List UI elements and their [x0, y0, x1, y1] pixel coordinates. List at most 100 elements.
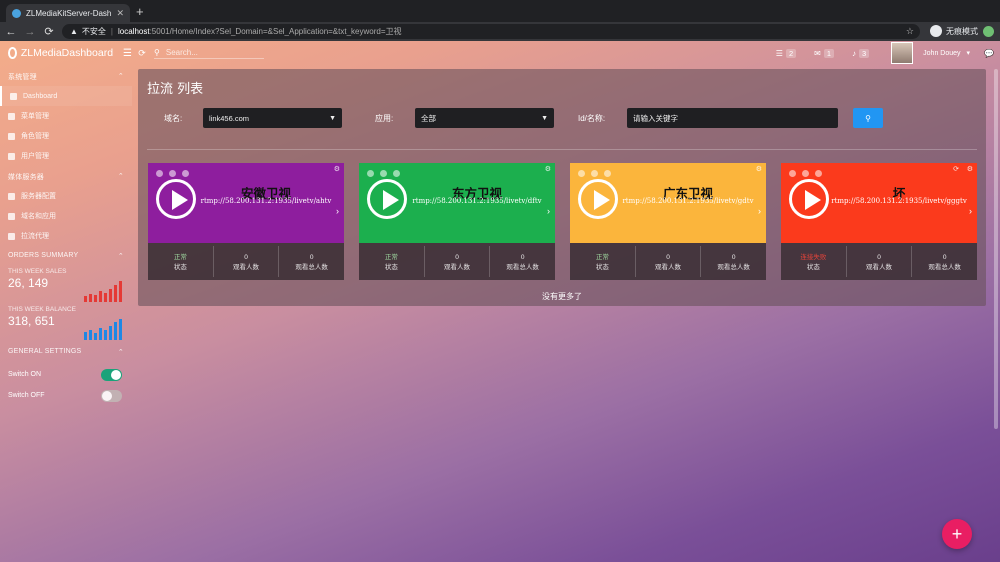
- status-stat: 正常 状态: [359, 246, 425, 277]
- alerts-badge: 3: [858, 48, 870, 58]
- status-label: 状态: [595, 264, 609, 271]
- card-header: ⚙ 东方卫视 rtmp://58.200.131.2:1935/livetv/d…: [359, 163, 555, 243]
- viewers-value: 0: [455, 254, 459, 261]
- status-value: 正常: [384, 254, 398, 261]
- total-viewers-stat: 0 观看总人数: [490, 246, 555, 277]
- weekly-balance-stat: THIS WEEK BALANCE 318, 651: [0, 306, 132, 344]
- card-stats: 正常 状态 0 观看人数 0 观看总人数: [570, 243, 766, 280]
- spark-bar: [109, 326, 112, 340]
- tasks-notification[interactable]: ☰ 2: [775, 48, 797, 58]
- tab-close-icon[interactable]: ✕: [116, 8, 124, 19]
- scrollbar[interactable]: [994, 69, 998, 429]
- total-value: 0: [520, 254, 525, 261]
- viewers-stat: 0 观看人数: [636, 246, 702, 277]
- sidebar-item-server-config[interactable]: 服务器配置: [0, 186, 132, 206]
- new-tab-button[interactable]: +: [136, 4, 144, 19]
- gear-icon[interactable]: ⚙: [545, 165, 551, 173]
- address-bar[interactable]: ▲ 不安全 | localhost :5001/Home/Index?Sel_D…: [62, 24, 920, 39]
- sidebar-item-stream-proxy[interactable]: 拉流代理: [0, 226, 132, 246]
- incognito-label: 无痕模式: [946, 26, 978, 36]
- refresh-icon[interactable]: ⟳: [132, 48, 152, 59]
- domain-select[interactable]: link456.com ▼: [203, 108, 342, 128]
- sidebar-item-roles[interactable]: 角色管理: [0, 126, 132, 146]
- back-icon[interactable]: ←: [3, 26, 19, 38]
- id-keyword-input[interactable]: 请输入关键字: [627, 108, 838, 128]
- search-input[interactable]: [165, 47, 256, 57]
- chat-icon[interactable]: 💬: [984, 49, 994, 58]
- total-viewers-stat: 0 观看总人数: [701, 246, 766, 277]
- viewers-label: 观看人数: [655, 264, 681, 271]
- spark-bar: [104, 293, 107, 302]
- avatar[interactable]: [891, 42, 914, 64]
- gear-icon[interactable]: ⚙: [334, 165, 340, 173]
- gear-icon[interactable]: ⚙: [967, 165, 973, 173]
- incognito-indicator[interactable]: 无痕模式: [930, 25, 978, 37]
- security-label: 不安全: [81, 27, 106, 36]
- extension-icon[interactable]: [983, 26, 994, 37]
- viewers-stat: 0 观看人数: [847, 246, 913, 277]
- chevron-right-icon[interactable]: ›: [758, 206, 761, 216]
- card-stats: 正常 状态 0 观看人数 0 观看总人数: [148, 243, 344, 280]
- total-viewers-stat: 0 观看总人数: [279, 246, 344, 277]
- browser-tab-strip: ZLMediaKitServer-Dashboard ✕ +: [0, 0, 1000, 22]
- status-stat: 正常 状态: [148, 246, 214, 277]
- play-icon[interactable]: [156, 179, 196, 219]
- hamburger-menu-icon[interactable]: ☰: [123, 48, 132, 59]
- search-icon: ⚲: [154, 47, 160, 57]
- switch-off-toggle[interactable]: [101, 389, 122, 402]
- total-value: 0: [309, 254, 314, 261]
- orders-summary-header[interactable]: ORDERS SUMMARY ⌃: [0, 252, 132, 268]
- play-icon[interactable]: [367, 179, 407, 219]
- reload-icon[interactable]: ⟳: [41, 25, 57, 38]
- sales-sparkline: [84, 280, 122, 302]
- weekly-sales-stat: THIS WEEK SALES 26, 149: [0, 268, 132, 306]
- spark-bar: [89, 330, 92, 340]
- add-button[interactable]: +: [942, 519, 972, 549]
- sidebar-item-dashboard[interactable]: Dashboard: [0, 86, 132, 106]
- spark-bar: [119, 281, 122, 302]
- brand[interactable]: ZLMediaDashboard ☰: [0, 47, 132, 59]
- stream-card[interactable]: ⚙ 安徽卫视 rtmp://58.200.131.2:1935/livetv/a…: [148, 163, 344, 280]
- general-settings-header[interactable]: GENERAL SETTINGS ⌃: [0, 348, 132, 364]
- spark-bar: [109, 289, 112, 302]
- refresh-icon[interactable]: ⟳: [953, 165, 959, 173]
- sidebar-item-users[interactable]: 用户管理: [0, 146, 132, 166]
- stream-card[interactable]: ⚙ 东方卫视 rtmp://58.200.131.2:1935/livetv/d…: [359, 163, 555, 280]
- spark-bar: [99, 291, 102, 302]
- sidebar-item-label: 拉流代理: [21, 233, 49, 240]
- chevron-right-icon[interactable]: ›: [547, 206, 550, 216]
- play-icon[interactable]: [789, 179, 829, 219]
- alerts-notification[interactable]: ♪ 3: [852, 48, 870, 58]
- switch-on-toggle[interactable]: [101, 368, 122, 381]
- window-dots: [578, 170, 611, 177]
- sidebar-item-label: 用户管理: [21, 153, 49, 160]
- chevron-right-icon[interactable]: ›: [336, 206, 339, 216]
- chevron-right-icon[interactable]: ›: [969, 206, 972, 216]
- user-name[interactable]: John Douey: [923, 50, 960, 57]
- app-select[interactable]: 全部 ▼: [415, 108, 554, 128]
- sidebar-section-media[interactable]: 媒体服务器 ⌃: [0, 172, 132, 186]
- page-title: 拉流 列表: [147, 82, 204, 97]
- bookmark-star-icon[interactable]: ☆: [906, 26, 914, 37]
- plus-icon: +: [951, 523, 963, 544]
- messages-notification[interactable]: ✉ 1: [814, 48, 834, 58]
- chevron-down-icon[interactable]: ▾: [967, 49, 971, 57]
- spark-bar: [99, 328, 102, 340]
- viewers-label: 观看人数: [866, 264, 892, 271]
- card-url: rtmp://58.200.131.2:1935/livetv/gdtv: [622, 197, 754, 205]
- viewers-value: 0: [877, 254, 881, 261]
- list-icon: ☰: [775, 48, 783, 58]
- forward-icon[interactable]: →: [22, 26, 38, 38]
- play-icon[interactable]: [578, 179, 618, 219]
- gear-icon[interactable]: ⚙: [756, 165, 762, 173]
- total-value: 0: [942, 254, 947, 261]
- stream-card[interactable]: ⚙ 广东卫视 rtmp://58.200.131.2:1935/livetv/g…: [570, 163, 766, 280]
- status-stat: 连接失败 状态: [781, 246, 847, 277]
- search-button[interactable]: ⚲: [853, 108, 883, 128]
- sidebar-item-menus[interactable]: 菜单管理: [0, 106, 132, 126]
- browser-tab[interactable]: ZLMediaKitServer-Dashboard ✕: [6, 4, 130, 22]
- id-keyword-placeholder: 请输入关键字: [633, 113, 678, 123]
- sidebar-section-system[interactable]: 系统管理 ⌃: [0, 72, 132, 86]
- stream-card[interactable]: ⟳ ⚙ 坏 rtmp://58.200.131.2:1935/livetv/gg…: [781, 163, 977, 280]
- sidebar-item-domains[interactable]: 域名和应用: [0, 206, 132, 226]
